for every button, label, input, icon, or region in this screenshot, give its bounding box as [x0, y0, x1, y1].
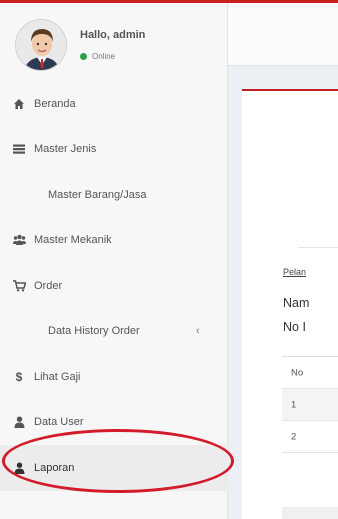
content-link[interactable]: Pelan: [283, 267, 306, 277]
sidebar-item-label: Data History Order: [48, 325, 140, 338]
cart-icon: [12, 279, 26, 293]
table-row: 2: [282, 421, 338, 453]
dollar-icon: $: [15, 369, 23, 384]
online-status-dot-icon: [80, 53, 87, 60]
content-inner-panel: [298, 108, 338, 248]
sidebar-item-data-user[interactable]: Data User: [0, 400, 228, 446]
user-panel: Hallo, admin Online: [0, 3, 228, 81]
sidebar-item-label: Order: [34, 279, 63, 292]
user-icon: [12, 415, 26, 429]
home-icon: [12, 97, 26, 111]
list-icon: [12, 142, 26, 156]
user-status-text: Online: [92, 52, 116, 61]
sidebar-item-label: Lihat Gaji: [34, 370, 81, 383]
sidebar-item-label: Laporan: [34, 461, 75, 474]
main-content: Pelan Nam No I No 1 2: [228, 3, 338, 519]
table-header-row: No: [282, 357, 338, 389]
sidebar-item-order[interactable]: Order: [0, 263, 228, 309]
sidebar-item-master-mekanik[interactable]: Master Mekanik: [0, 218, 228, 264]
info-line-number: No I: [283, 320, 306, 334]
users-icon: [12, 233, 26, 247]
user-greeting: Hallo, admin: [80, 29, 146, 41]
table-row: 1: [282, 389, 338, 421]
sidebar-menu: Beranda Master Jenis Master Barang/Jasa …: [0, 81, 228, 491]
sidebar-item-data-history-order[interactable]: Data History Order ‹: [0, 309, 228, 355]
sidebar-item-master-barang-jasa[interactable]: Master Barang/Jasa: [0, 172, 228, 218]
user-icon: [12, 461, 26, 475]
sidebar-item-label: Master Barang/Jasa: [48, 188, 147, 201]
sidebar-item-master-jenis[interactable]: Master Jenis: [0, 127, 228, 173]
user-status: Online: [80, 52, 115, 61]
sidebar-item-laporan[interactable]: Laporan: [0, 445, 228, 491]
data-table: No 1 2: [282, 356, 338, 453]
sidebar-item-beranda[interactable]: Beranda: [0, 81, 228, 127]
sidebar-item-label: Beranda: [34, 97, 76, 110]
table-header-cell-no: No: [291, 367, 304, 378]
top-navbar: [228, 3, 338, 66]
sidebar: Hallo, admin Online Beranda Master Jenis…: [0, 3, 228, 519]
sidebar-item-label: Master Jenis: [34, 143, 97, 156]
sidebar-item-lihat-gaji[interactable]: $ Lihat Gaji: [0, 354, 228, 400]
sidebar-item-label: Master Mekanik: [34, 234, 112, 247]
table-footer-strip: [282, 507, 338, 519]
table-cell-no: 2: [291, 431, 297, 442]
table-cell-no: 1: [291, 399, 297, 410]
chevron-left-icon: ‹: [196, 325, 200, 338]
sidebar-item-label: Data User: [34, 416, 84, 429]
avatar: [15, 19, 67, 71]
info-line-name: Nam: [283, 296, 310, 310]
